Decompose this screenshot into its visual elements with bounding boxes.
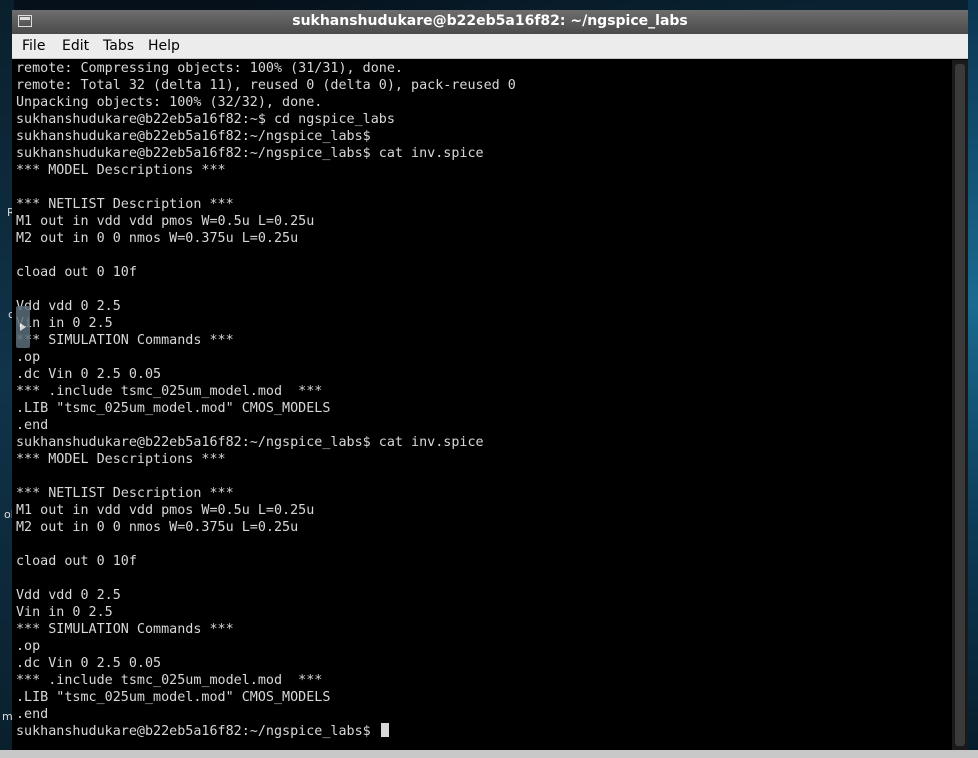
- terminal-line: .dc Vin 0 2.5 0.05: [16, 367, 162, 382]
- terminal-output[interactable]: remote: Compressing objects: 100% (31/31…: [16, 60, 952, 750]
- terminal-line: sukhanshudukare@b22eb5a16f82:~/ngspice_l…: [16, 146, 484, 161]
- terminal-line: Vdd vdd 0 2.5: [16, 588, 121, 603]
- menubar: File Edit Tabs Help: [12, 34, 968, 59]
- terminal-line: M1 out in vdd vdd pmos W=0.5u L=0.25u: [16, 214, 315, 229]
- terminal-line: Vin in 0 2.5: [16, 605, 113, 620]
- terminal-line: *** NETLIST Description ***: [16, 486, 234, 501]
- terminal-line: remote: Total 32 (delta 11), reused 0 (d…: [16, 78, 516, 93]
- terminal-line: sukhanshudukare@b22eb5a16f82:~/ngspice_l…: [16, 129, 371, 144]
- terminal-line: *** MODEL Descriptions ***: [16, 452, 226, 467]
- menu-help[interactable]: Help: [148, 38, 180, 54]
- scrollbar-thumb[interactable]: [955, 64, 965, 746]
- terminal-line: .op: [16, 639, 41, 654]
- terminal-line: *** SIMULATION Commands ***: [16, 622, 234, 637]
- side-panel-handle-icon[interactable]: [16, 306, 30, 348]
- terminal-line: Vdd vdd 0 2.5: [16, 299, 121, 314]
- terminal-line: .op: [16, 350, 41, 365]
- terminal-line: M1 out in vdd vdd pmos W=0.5u L=0.25u: [16, 503, 315, 518]
- terminal-line: .dc Vin 0 2.5 0.05: [16, 656, 162, 671]
- terminal-scrollbar[interactable]: [952, 60, 968, 750]
- desktop-background-right: [968, 0, 978, 758]
- window-title: sukhanshudukare@b22eb5a16f82: ~/ngspice_…: [292, 13, 688, 29]
- terminal-line: M2 out in 0 0 nmos W=0.375u L=0.25u: [16, 231, 299, 246]
- window-titlebar[interactable]: sukhanshudukare@b22eb5a16f82: ~/ngspice_…: [12, 10, 968, 34]
- terminal-line: *** .include tsmc_025um_model.mod ***: [16, 673, 323, 688]
- menu-tabs[interactable]: Tabs: [103, 38, 134, 54]
- terminal-line: .LIB "tsmc_025um_model.mod" CMOS_MODELS: [16, 401, 331, 416]
- terminal-line: .end: [16, 707, 49, 722]
- terminal-line: cload out 0 10f: [16, 554, 137, 569]
- terminal-line: sukhanshudukare@b22eb5a16f82:~/ngspice_l…: [16, 435, 484, 450]
- terminal-line: M2 out in 0 0 nmos W=0.375u L=0.25u: [16, 520, 299, 535]
- menu-edit[interactable]: Edit: [62, 38, 89, 54]
- terminal-line: remote: Compressing objects: 100% (31/31…: [16, 61, 403, 76]
- terminal-line: *** NETLIST Description ***: [16, 197, 234, 212]
- terminal-line: *** .include tsmc_025um_model.mod ***: [16, 384, 323, 399]
- terminal-line: cload out 0 10f: [16, 265, 137, 280]
- terminal-line: sukhanshudukare@b22eb5a16f82:~$ cd ngspi…: [16, 112, 395, 127]
- terminal-prompt-line: sukhanshudukare@b22eb5a16f82:~/ngspice_l…: [16, 723, 952, 740]
- terminal-line: .LIB "tsmc_025um_model.mod" CMOS_MODELS: [16, 690, 331, 705]
- terminal-prompt: sukhanshudukare@b22eb5a16f82:~/ngspice_l…: [16, 724, 379, 739]
- terminal-line: *** SIMULATION Commands ***: [16, 333, 234, 348]
- cursor-block-icon: [380, 723, 389, 737]
- menu-file[interactable]: File: [22, 38, 45, 54]
- terminal-window: sukhanshudukare@b22eb5a16f82: ~/ngspice_…: [12, 10, 968, 758]
- terminal-line: *** MODEL Descriptions ***: [16, 163, 226, 178]
- terminal-line: Unpacking objects: 100% (32/32), done.: [16, 95, 323, 110]
- terminal-line: .end: [16, 418, 49, 433]
- terminal-line: Vin in 0 2.5: [16, 316, 113, 331]
- taskbar: [0, 750, 978, 758]
